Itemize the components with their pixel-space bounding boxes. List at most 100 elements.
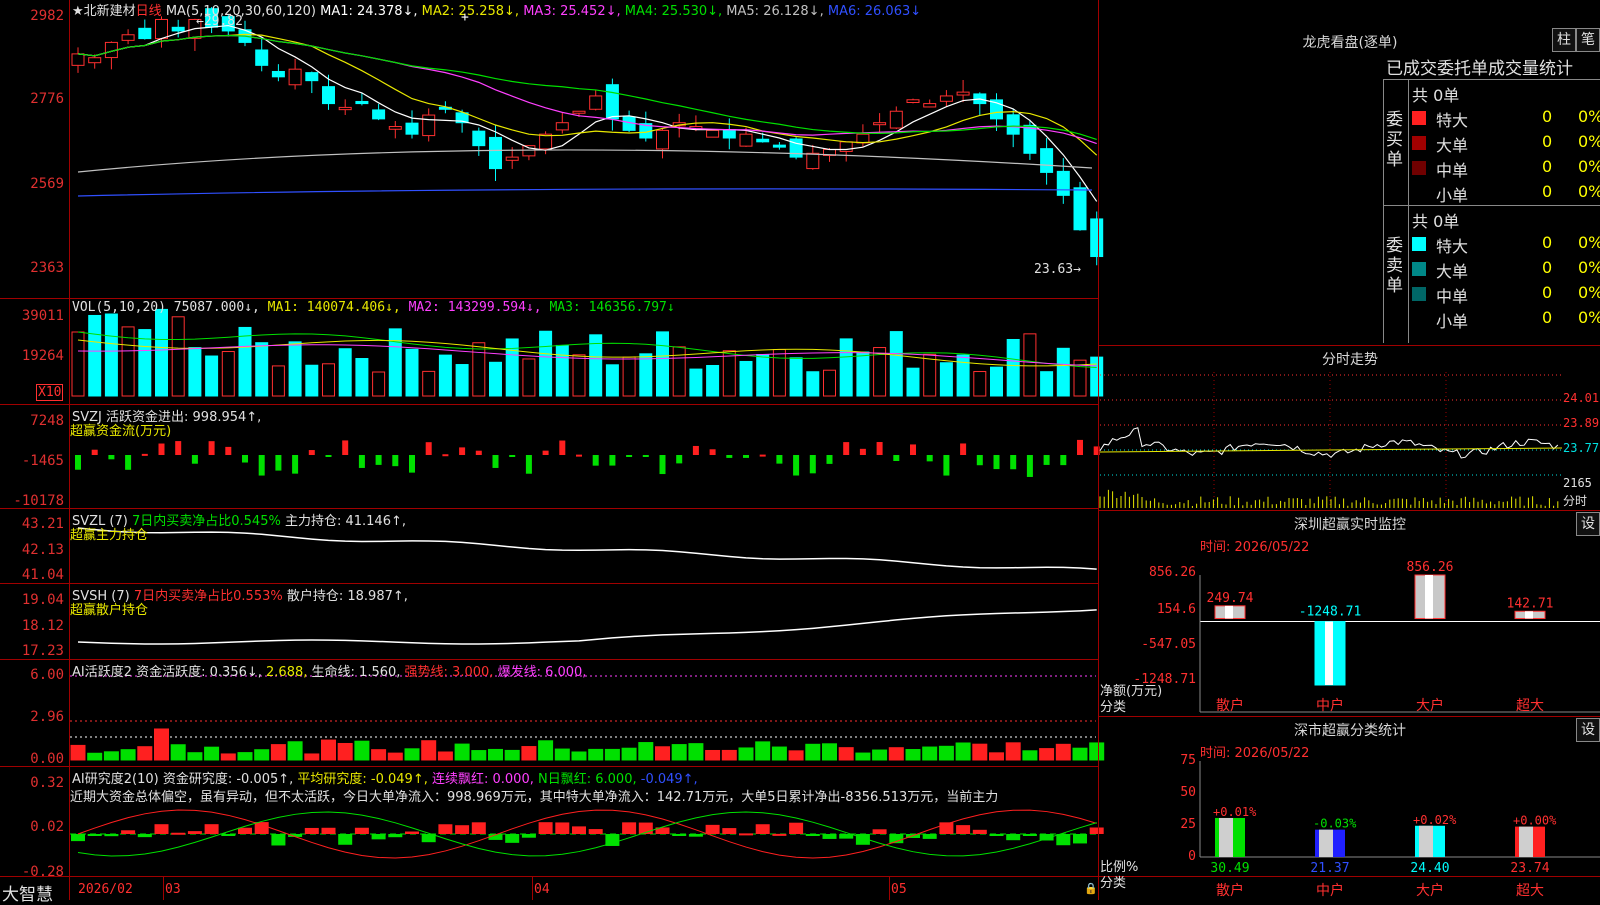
- candle-body: [772, 144, 786, 148]
- sz-monitor-settings-button[interactable]: 设: [1576, 512, 1600, 536]
- flow-bar: [1026, 455, 1033, 477]
- sz-stats-category: 散户: [1216, 882, 1244, 899]
- candle-body: [338, 106, 352, 111]
- candle-body: [873, 122, 887, 126]
- candle-body: [288, 68, 302, 86]
- research-bar: [204, 824, 219, 834]
- flow-bar: [726, 455, 733, 458]
- research-bar: [805, 834, 820, 836]
- longhu-buy-row-name: 大单: [1436, 136, 1469, 155]
- flow-bar: [492, 455, 499, 468]
- flow-bar: [525, 455, 532, 474]
- research-bar: [972, 829, 987, 834]
- volume-bar: [455, 364, 469, 397]
- flow-bar: [258, 455, 265, 476]
- longhu-buy-row-value: 0: [1542, 107, 1553, 126]
- sz-stats-bar-highlight: [1419, 825, 1433, 857]
- activity-bar: [454, 743, 470, 761]
- flow-bar: [208, 441, 215, 455]
- research-bar: [922, 834, 937, 839]
- activity-bar: [688, 743, 704, 761]
- candle-body: [856, 133, 870, 144]
- candle-body: [1073, 187, 1087, 231]
- sz-stats-axis-1: 50: [1180, 785, 1196, 800]
- flow-bar: [843, 442, 850, 455]
- tab-column[interactable]: 柱: [1552, 28, 1576, 52]
- sz-stats-axis-2: 25: [1180, 817, 1196, 832]
- legend-swatch: [1412, 287, 1426, 301]
- volume-bar: [489, 361, 502, 397]
- activity-bar: [888, 747, 904, 761]
- date-label-2: 04: [534, 882, 550, 897]
- sz-stats-delta: +0.02%: [1413, 813, 1457, 827]
- candle-body: [706, 129, 720, 138]
- flow-bar: [759, 454, 766, 457]
- sz-stats-settings-button[interactable]: 设: [1576, 718, 1600, 742]
- research-bar: [538, 822, 553, 834]
- longhu-buy-row-pct: 0%: [1578, 157, 1600, 176]
- longhu-sell-total: 共 0单: [1412, 212, 1460, 231]
- candle-body: [505, 156, 519, 161]
- svsh-line: [77, 609, 1097, 645]
- tab-tick[interactable]: 笔: [1576, 28, 1600, 52]
- volume-bar: [939, 362, 953, 397]
- candle-body: [806, 152, 820, 170]
- svzl-axis-2: 41.04: [21, 567, 64, 583]
- research-bar: [71, 834, 85, 842]
- sz-monitor-category: 超大: [1516, 698, 1544, 714]
- flow-bar: [926, 455, 933, 462]
- sz-stats-bar-highlight: [1219, 817, 1233, 857]
- ai2-header: AI活跃度2 资金活跃度: 0.356↓, 2.688, 生命线: 1.560,…: [72, 665, 587, 680]
- longhu-sell-row-name: 大单: [1436, 262, 1469, 281]
- candle-body: [939, 95, 953, 102]
- period-label[interactable]: 日线: [136, 4, 162, 19]
- vol-unit-badge[interactable]: X10: [36, 384, 64, 401]
- sz-stats-delta: +0.00%: [1513, 814, 1557, 828]
- activity-bar: [838, 747, 854, 761]
- svzj-axis-1: -1465: [21, 453, 64, 469]
- flow-bar: [225, 446, 232, 455]
- research-bar: [405, 831, 419, 834]
- flow-bar: [392, 455, 399, 467]
- ma5-line: [77, 149, 1093, 173]
- activity-bar: [771, 746, 787, 761]
- volume-bar: [188, 347, 202, 397]
- ai-res-axis-1: 0.02: [30, 819, 64, 835]
- vol-header: VOL(5,10,20) 75087.000↓, MA1: 140074.406…: [72, 300, 675, 315]
- longhu-header: 已成交委托单成交量统计: [1386, 59, 1573, 79]
- volume-bar: [405, 348, 419, 397]
- sz-monitor-xlabel: 分类: [1100, 700, 1127, 715]
- research-bar: [154, 824, 169, 834]
- flow-bar: [242, 455, 248, 463]
- longhu-buy-total: 共 0单: [1412, 86, 1460, 105]
- candle-body: [71, 53, 85, 66]
- research-bar: [221, 834, 236, 836]
- ai-res-axis-2: -0.28: [21, 864, 64, 880]
- candle-body: [656, 129, 669, 150]
- ai2-axis-1: 2.96: [30, 709, 64, 725]
- volume-bar: [689, 368, 703, 397]
- volume-bar: [756, 354, 770, 397]
- activity-bar: [655, 746, 670, 761]
- volume-bar: [856, 351, 870, 397]
- sz-stats-axis-0: 75: [1180, 753, 1196, 768]
- date-label-1: 03: [165, 882, 181, 897]
- flow-bar: [960, 443, 967, 455]
- candle-body: [923, 103, 937, 108]
- volume-bar: [906, 367, 920, 397]
- research-bar: [438, 824, 453, 834]
- candle-body: [155, 18, 168, 40]
- flow-bar: [342, 440, 349, 455]
- lock-icon[interactable]: 🔒: [1084, 882, 1098, 895]
- research-bar: [688, 834, 703, 837]
- intraday-axis-1: 23.89: [1563, 416, 1600, 430]
- flow-bar: [793, 455, 800, 476]
- longhu-buy-row-value: 0: [1542, 182, 1553, 201]
- price-axis-1: 2776: [30, 91, 64, 107]
- candle-body: [739, 133, 753, 147]
- ma-values: MA1: 24.378↓, MA2: 25.258↓, MA3: 25.452↓…: [320, 4, 921, 19]
- research-bar: [187, 831, 202, 834]
- longhu-buy-row-pct: 0%: [1578, 182, 1600, 201]
- svzl-axis-1: 42.13: [21, 542, 64, 558]
- activity-bar: [638, 742, 654, 761]
